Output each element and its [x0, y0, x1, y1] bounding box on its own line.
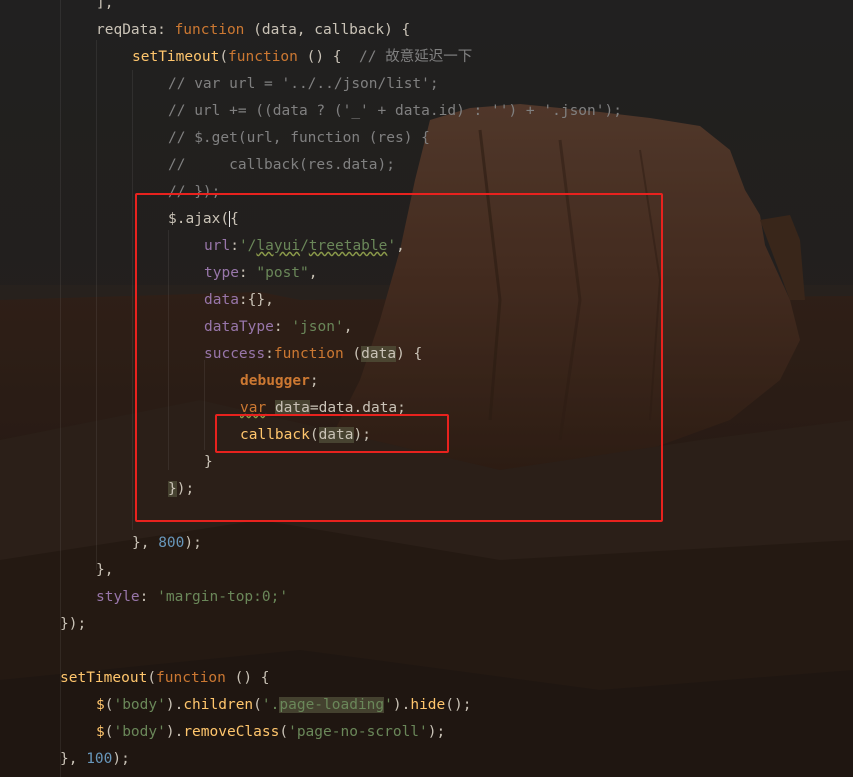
code-token: ).	[165, 697, 184, 713]
code-token: :	[157, 22, 175, 38]
code-token: ],	[96, 0, 114, 11]
indent-guide	[132, 70, 133, 530]
code-token: (	[219, 49, 229, 65]
code-token: function	[174, 22, 245, 38]
code-token: });	[60, 616, 87, 632]
code-token: () {	[225, 670, 270, 686]
code-token: function	[228, 49, 298, 65]
code-token: ();	[445, 697, 472, 713]
code-token: // 故意延迟一下	[359, 49, 473, 65]
code-token: 'page-no-scroll'	[288, 724, 428, 740]
code-line[interactable]: style: 'margin-top:0;'	[96, 584, 288, 611]
code-line[interactable]: // $.get(url, function (res) {	[168, 125, 430, 152]
code-token: },	[132, 535, 159, 551]
code-token: 'body'	[113, 697, 166, 713]
code-token: );	[112, 751, 130, 767]
code-token: },	[60, 751, 87, 767]
code-token: );	[427, 724, 446, 740]
code-line[interactable]: ],	[96, 0, 113, 17]
code-token: (	[253, 697, 262, 713]
code-token: setTimeout	[60, 670, 148, 686]
annotation-box-ajax	[135, 193, 663, 522]
code-token: (	[279, 724, 289, 740]
code-line[interactable]: reqData: function (data, callback) {	[96, 17, 410, 44]
code-token: 800	[158, 535, 185, 551]
code-token: function	[156, 670, 226, 686]
code-token: ).	[165, 724, 184, 740]
code-token: hide	[410, 697, 446, 713]
code-token: // var url = '../../json/list';	[168, 76, 439, 92]
code-token: 100	[86, 751, 113, 767]
code-token: 'body'	[113, 724, 166, 740]
code-token: style	[96, 589, 140, 605]
indent-guide	[96, 40, 97, 570]
code-token: // callback(res.data);	[168, 157, 395, 173]
code-line[interactable]: setTimeout(function () {	[60, 665, 270, 692]
code-line[interactable]: }, 800);	[132, 530, 202, 557]
code-token: (	[147, 670, 157, 686]
code-line[interactable]: $('body').children('.page-loading').hide…	[96, 692, 471, 719]
code-line[interactable]: }, 100);	[60, 746, 130, 773]
code-token: },	[96, 562, 114, 578]
code-line[interactable]: });	[60, 611, 86, 638]
code-token: '	[384, 697, 393, 713]
code-token: // url += ((data ? ('_' + data.id) : '')…	[168, 103, 622, 119]
code-token: ).	[392, 697, 411, 713]
annotation-box-callback	[215, 414, 449, 453]
code-line[interactable]: // callback(res.data);	[168, 152, 395, 179]
code-token: (data, callback) {	[244, 22, 411, 38]
code-token: setTimeout	[132, 49, 220, 65]
code-token: () {	[297, 49, 359, 65]
code-token: $	[96, 724, 105, 740]
code-line[interactable]: // var url = '../../json/list';	[168, 71, 439, 98]
code-token: 'margin-top:0;'	[157, 589, 289, 605]
code-token: page-loading	[279, 697, 385, 713]
code-token: // $.get(url, function (res) {	[168, 130, 430, 146]
code-token: children	[183, 697, 254, 713]
code-line[interactable]: $('body').removeClass('page-no-scroll');	[96, 719, 445, 746]
code-line[interactable]: setTimeout(function () { // 故意延迟一下	[132, 44, 472, 71]
code-line[interactable]: },	[96, 557, 113, 584]
indent-guide	[60, 0, 61, 777]
code-token: :	[139, 589, 158, 605]
code-line[interactable]: // url += ((data ? ('_' + data.id) : '')…	[168, 98, 622, 125]
code-token: reqData	[96, 22, 158, 38]
code-token: $	[96, 697, 105, 713]
code-token: removeClass	[183, 724, 280, 740]
code-token: '.	[261, 697, 280, 713]
code-token: );	[184, 535, 202, 551]
